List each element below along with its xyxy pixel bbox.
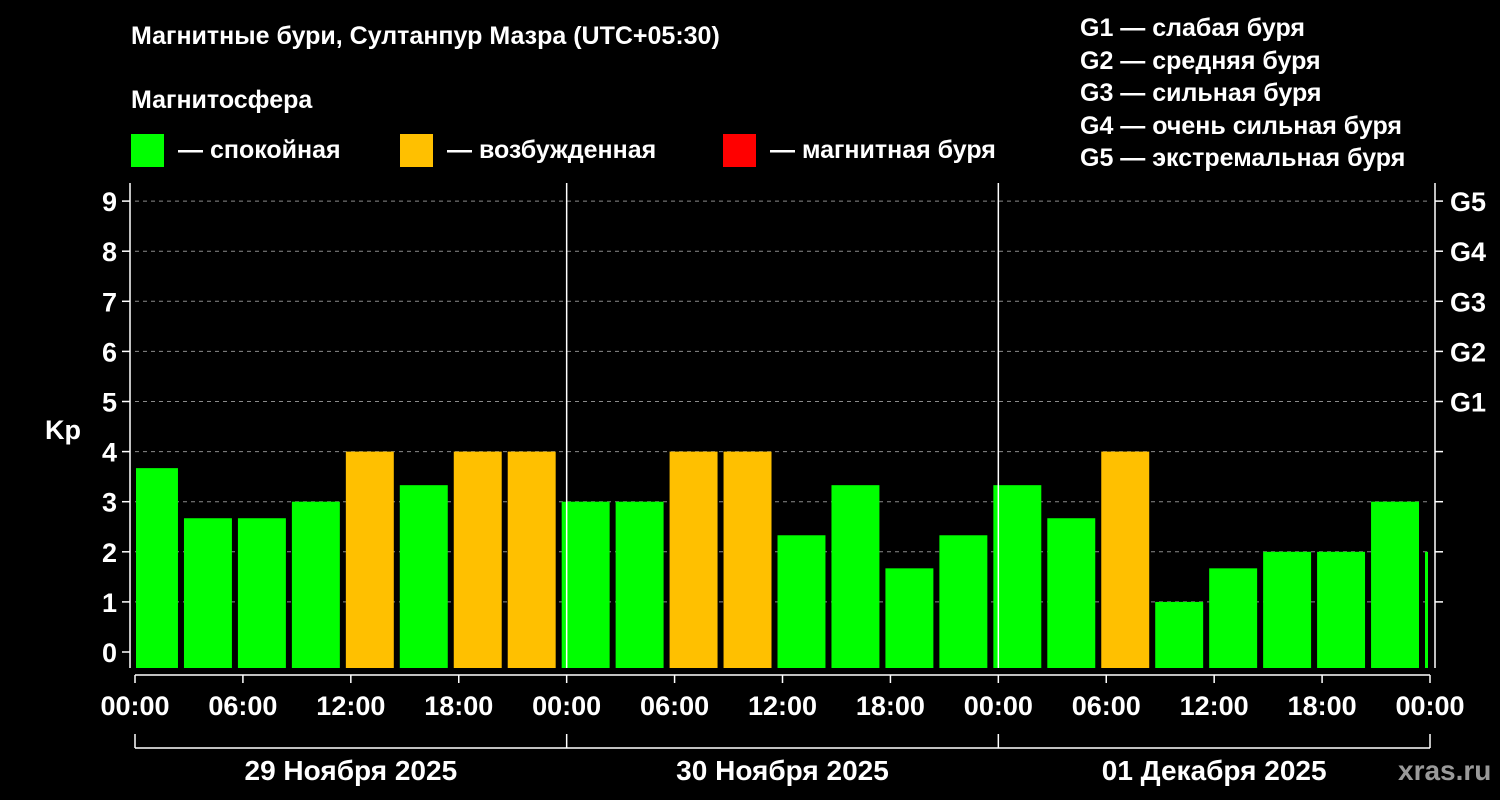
- y-tick-label: 3: [102, 488, 117, 518]
- kp-bar: [939, 535, 988, 668]
- kp-bar: [1263, 551, 1312, 668]
- g-scale-tick-label: G3: [1450, 287, 1486, 317]
- x-tick-label: 12:00: [316, 691, 385, 721]
- kp-bar-chart: 0 1 2 3 4 5 6 7 8 9 G1 G2 G3 G4 G5 Kp 00:00 06:00 12:00 18:…: [45, 183, 1486, 786]
- kp-bar: [183, 518, 232, 668]
- kp-bar: [777, 535, 826, 668]
- kp-bar: [1101, 451, 1150, 668]
- x-tick-label: 00:00: [100, 691, 169, 721]
- x-tick-label: 00:00: [532, 691, 601, 721]
- y-tick-label: 6: [102, 337, 117, 367]
- g-scale-tick-label: G1: [1450, 388, 1486, 418]
- kp-bar: [507, 451, 556, 668]
- x-tick-label: 00:00: [1395, 691, 1464, 721]
- x-tick-label: 06:00: [208, 691, 277, 721]
- y-tick-label: 5: [102, 388, 117, 418]
- kp-bar: [669, 451, 718, 668]
- kp-bar: [723, 451, 772, 668]
- kp-bar: [345, 451, 394, 668]
- kp-bar: [1047, 518, 1096, 668]
- kp-bar: [561, 501, 610, 668]
- day-label: 30 Ноября 2025: [676, 755, 889, 786]
- g-scale-tick-label: G2: [1450, 337, 1486, 367]
- kp-bar: [453, 451, 502, 668]
- kp-bar: [291, 501, 340, 668]
- kp-bar: [615, 501, 664, 668]
- kp-bar: [1371, 501, 1420, 668]
- y-axis-label: Kp: [45, 415, 81, 445]
- kp-bar: [1317, 551, 1366, 668]
- y-tick-label: 1: [102, 588, 117, 618]
- x-tick-label: 12:00: [1180, 691, 1249, 721]
- g-scale-tick-label: G5: [1450, 187, 1486, 217]
- y-tick-label: 7: [102, 287, 117, 317]
- y-tick-label: 2: [102, 538, 117, 568]
- x-tick-label: 18:00: [856, 691, 925, 721]
- g-scale-tick-label: G4: [1450, 237, 1486, 267]
- kp-bar: [885, 568, 934, 668]
- kp-bar: [1209, 568, 1258, 668]
- y-tick-label: 9: [102, 187, 117, 217]
- x-tick-label: 00:00: [964, 691, 1033, 721]
- x-tick-label: 06:00: [640, 691, 709, 721]
- x-tick-label: 18:00: [1288, 691, 1357, 721]
- kp-bar: [136, 468, 178, 668]
- day-label: 29 Ноября 2025: [245, 755, 458, 786]
- y-tick-label: 4: [102, 438, 117, 468]
- kp-bar: [993, 485, 1042, 668]
- x-tick-label: 06:00: [1072, 691, 1141, 721]
- kp-bar: [237, 518, 286, 668]
- day-label: 01 Декабря 2025: [1102, 755, 1327, 786]
- x-tick-label: 12:00: [748, 691, 817, 721]
- kp-bar: [1155, 601, 1204, 668]
- y-tick-label: 0: [102, 638, 117, 668]
- kp-bar: [1425, 551, 1428, 668]
- kp-bar: [399, 485, 448, 668]
- kp-bar: [831, 485, 880, 668]
- source-watermark: xras.ru: [1398, 755, 1492, 786]
- x-tick-label: 18:00: [424, 691, 493, 721]
- y-tick-label: 8: [102, 237, 117, 267]
